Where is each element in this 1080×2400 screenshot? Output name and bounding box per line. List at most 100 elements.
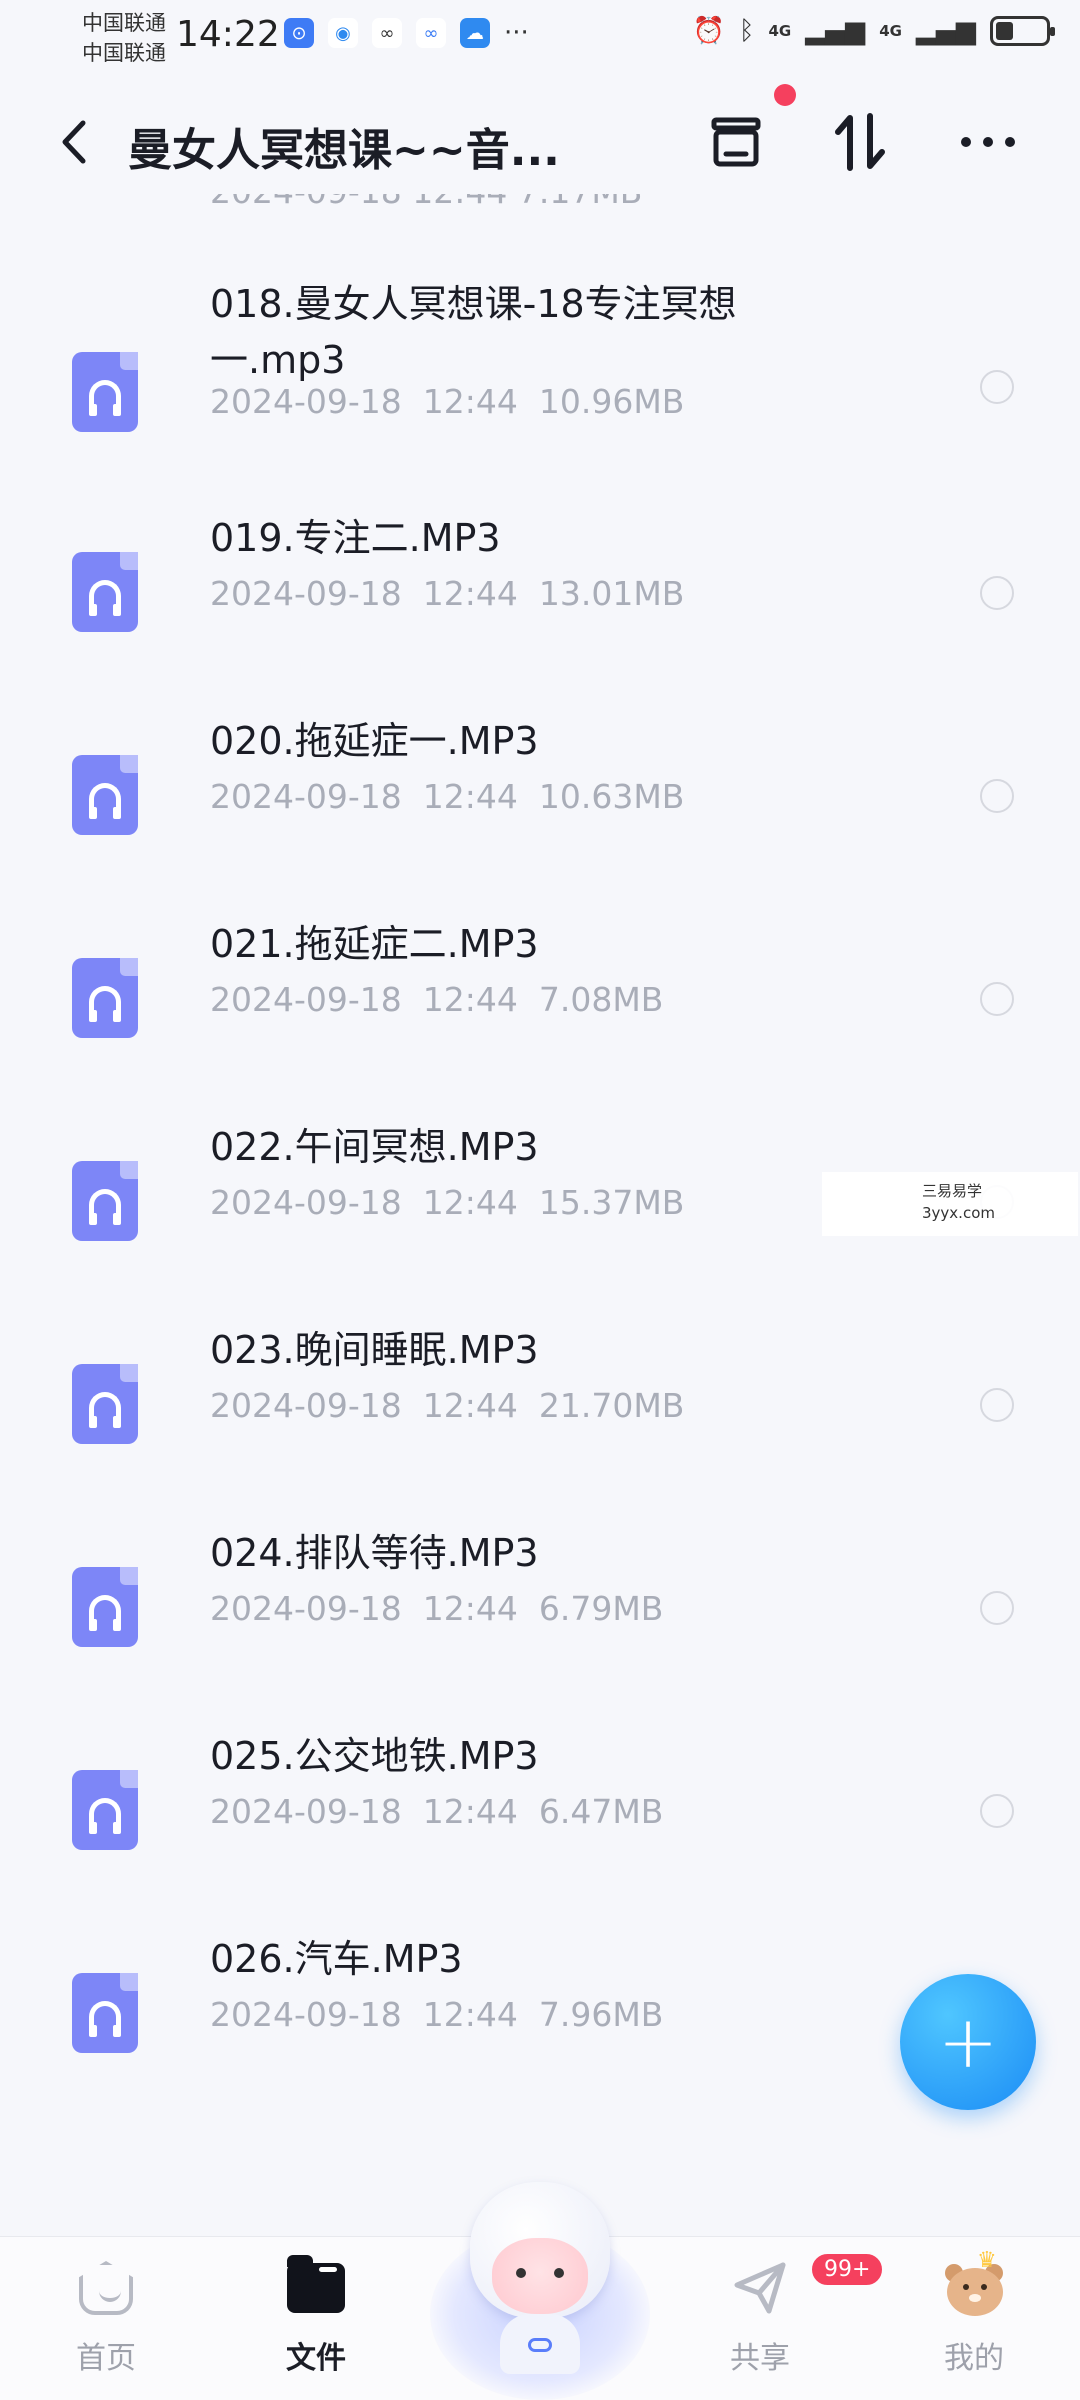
nav-files[interactable]: 文件: [246, 2255, 386, 2387]
audio-file-icon: [72, 755, 138, 835]
nav-share-label: 共享: [730, 2341, 790, 2376]
file-meta: 2024-09-18 12:44 21.70MB: [210, 1386, 684, 1425]
audio-file-icon: [72, 1364, 138, 1444]
file-row[interactable]: 024.排队等待.MP3 2024-09-18 12:44 6.79MB: [0, 1507, 1080, 1710]
back-button[interactable]: [44, 112, 104, 172]
file-size: 6.47MB: [538, 1792, 664, 1831]
audio-file-icon: [72, 1973, 138, 2053]
nav-share[interactable]: 99+ 共享: [690, 2251, 886, 2387]
file-time: 12:44: [422, 574, 518, 613]
file-meta: 2024-09-18 12:44 10.96MB: [210, 382, 684, 421]
more-button[interactable]: [952, 106, 1024, 178]
file-date: 2024-09-18: [210, 777, 402, 816]
file-meta: 2024-09-18 12:44 15.37MB: [210, 1183, 684, 1222]
sort-icon: [835, 113, 885, 171]
select-radio[interactable]: [980, 370, 1014, 404]
file-name: 026.汽车.MP3: [210, 1937, 463, 1981]
file-meta: 2024-09-18 12:44 10.63MB: [210, 777, 684, 816]
mascot-eyes: [516, 2268, 564, 2278]
select-radio[interactable]: [980, 1794, 1014, 1828]
inbox-icon: [711, 117, 761, 167]
file-row[interactable]: 020.拖延症一.MP3 2024-09-18 12:44 10.63MB: [0, 695, 1080, 898]
file-date: 2024-09-18: [210, 1995, 402, 2034]
cloud-app-icon: ∞: [372, 18, 402, 48]
file-time: 12:44: [422, 1792, 518, 1831]
assistant-mascot-button[interactable]: [430, 2168, 650, 2400]
file-time: 12:44: [422, 1183, 518, 1222]
file-date: 2024-09-18: [210, 980, 402, 1019]
more-notifications-icon: ···: [504, 18, 529, 48]
audio-file-icon: [72, 552, 138, 632]
file-name: 019.专注二.MP3: [210, 516, 501, 560]
folder-icon: [285, 2255, 347, 2319]
file-time: 12:44: [422, 382, 518, 421]
more-icon: [961, 137, 1015, 147]
add-button[interactable]: +: [900, 1974, 1036, 2110]
file-size: 10.96MB: [538, 382, 685, 421]
carrier-info: 中国联通 中国联通: [82, 8, 166, 68]
header: 曼女人冥想课~~音...: [0, 86, 1080, 206]
file-meta: 2024-09-18 12:44 6.79MB: [210, 1589, 663, 1628]
file-row[interactable]: 021.拖延症二.MP3 2024-09-18 12:44 7.08MB: [0, 898, 1080, 1101]
alarm-icon: ⏰: [692, 16, 725, 46]
nav-mine[interactable]: ♛ 我的: [904, 2248, 1044, 2387]
file-size: 15.37MB: [538, 1183, 685, 1222]
sort-button[interactable]: [824, 106, 896, 178]
file-meta: 2024-09-18 12:44 7.08MB: [210, 980, 663, 1019]
plus-icon: +: [937, 2000, 999, 2084]
file-date: 2024-09-18: [210, 1589, 402, 1628]
blue-circle-app-icon: ◉: [328, 18, 358, 48]
file-date: 2024-09-18: [210, 1386, 402, 1425]
select-radio[interactable]: [980, 1388, 1014, 1422]
bluetooth-icon: ᛒ: [738, 16, 755, 46]
network-2-label: 4G: [879, 22, 902, 40]
signal-1-icon: ▂▄▆: [805, 16, 866, 46]
file-date: 2024-09-18: [210, 1792, 402, 1831]
carrier-1: 中国联通: [82, 11, 166, 35]
home-icon: [75, 2257, 137, 2319]
file-row[interactable]: 025.公交地铁.MP3 2024-09-18 12:44 6.47MB: [0, 1710, 1080, 1913]
select-radio[interactable]: [980, 982, 1014, 1016]
file-row[interactable]: 023.晚间睡眠.MP3 2024-09-18 12:44 21.70MB: [0, 1304, 1080, 1507]
network-1-label: 4G: [768, 22, 792, 40]
file-date: 2024-09-18: [210, 1183, 402, 1222]
file-meta: 2024-09-18 12:44 13.01MB: [210, 574, 684, 613]
file-name: 018.曼女人冥想课-18专注冥想一.mp3: [210, 282, 737, 382]
nav-home[interactable]: 首页: [36, 2257, 176, 2387]
file-name: 021.拖延症二.MP3: [210, 922, 539, 966]
file-name: 023.晚间睡眠.MP3: [210, 1328, 539, 1372]
select-radio[interactable]: [980, 779, 1014, 813]
file-size: 13.01MB: [538, 574, 685, 613]
nav-files-label: 文件: [286, 2341, 346, 2376]
select-radio[interactable]: [980, 1591, 1014, 1625]
file-size: 7.96MB: [538, 1995, 664, 2034]
notification-dot: [774, 84, 796, 106]
file-name: 025.公交地铁.MP3: [210, 1734, 539, 1778]
file-name: 024.排队等待.MP3: [210, 1531, 539, 1575]
file-time: 12:44: [422, 1386, 518, 1425]
screen: 中国联通 中国联通 14:22 ⊙ ◉ ∞ ∞ ☁ ··· ⏰ ᛒ 4G ▂▄▆…: [0, 0, 1080, 2400]
bear-avatar-icon: ♛: [943, 2248, 1005, 2319]
audio-file-icon: [72, 1161, 138, 1241]
audio-file-icon: [72, 352, 138, 432]
share-badge: 99+: [809, 2251, 886, 2288]
file-time: 12:44: [422, 777, 518, 816]
inbox-button[interactable]: [700, 106, 772, 178]
signal-2-icon: ▂▄▆: [916, 16, 976, 46]
chevron-left-icon: [62, 120, 86, 164]
file-date: 2024-09-18: [210, 382, 402, 421]
file-row[interactable]: 019.专注二.MP3 2024-09-18 12:44 13.01MB: [0, 492, 1080, 695]
browser-app-icon: ⊙: [284, 18, 314, 48]
file-name: 020.拖延症一.MP3: [210, 719, 539, 763]
file-time: 12:44: [422, 1589, 518, 1628]
watermark: 三易易学 3yyx.com: [822, 1172, 1078, 1236]
file-size: 7.08MB: [538, 980, 664, 1019]
file-size: 6.79MB: [538, 1589, 664, 1628]
status-time: 14:22: [176, 14, 280, 55]
status-bar: 中国联通 中国联通 14:22 ⊙ ◉ ∞ ∞ ☁ ··· ⏰ ᛒ 4G ▂▄▆…: [0, 0, 1080, 70]
audio-file-icon: [72, 1770, 138, 1850]
file-row[interactable]: 018.曼女人冥想课-18专注冥想一.mp3 2024-09-18 12:44 1…: [0, 258, 1080, 492]
battery-level: [996, 22, 1013, 40]
file-size: 10.63MB: [538, 777, 685, 816]
select-radio[interactable]: [980, 576, 1014, 610]
